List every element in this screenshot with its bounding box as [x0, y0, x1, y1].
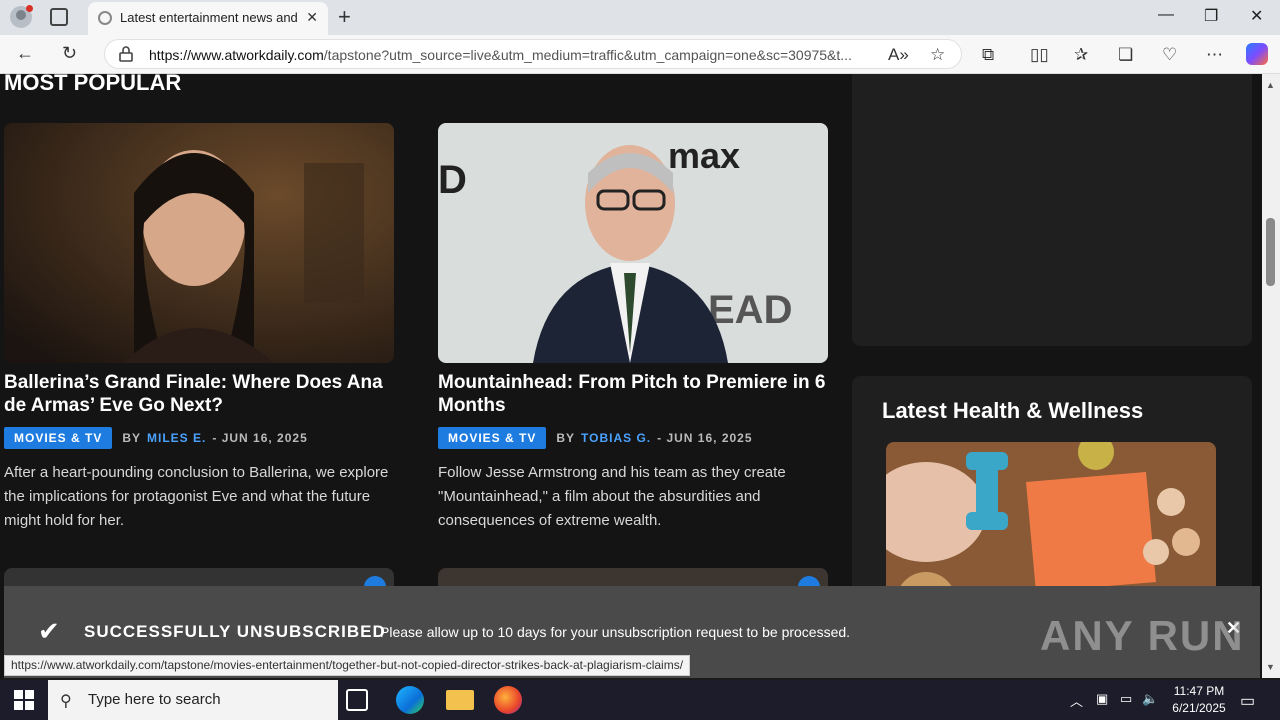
article-image[interactable]: max D EAD: [438, 123, 828, 363]
author-link[interactable]: MILES E.: [147, 431, 206, 445]
watermark-logo: ANY RUN: [1040, 612, 1245, 659]
split-screen-icon[interactable]: ▯▯: [1030, 45, 1049, 65]
url-field[interactable]: https://www.atworkdaily.com/tapstone?utm…: [104, 39, 962, 69]
browser-tab-active[interactable]: Latest entertainment news and re ✕: [88, 2, 328, 35]
profile-avatar-icon[interactable]: [10, 5, 33, 28]
refresh-icon[interactable]: ↻: [62, 43, 77, 64]
backdrop-poster-graphic: EAD: [708, 288, 792, 332]
tray-meet-icon[interactable]: ▣: [1096, 691, 1108, 707]
search-placeholder: Type here to search: [88, 691, 221, 708]
extensions-icon[interactable]: ⧉: [982, 45, 994, 65]
scrollbar-thumb[interactable]: [1266, 218, 1275, 286]
byline-prefix: BY: [122, 431, 142, 445]
lock-icon[interactable]: [119, 46, 133, 62]
article-meta: MOVIES & TV BY MILES E. - JUN 16, 2025: [4, 427, 394, 449]
notification-center-icon[interactable]: ▭: [1240, 691, 1255, 711]
tab-title: Latest entertainment news and re: [120, 10, 300, 25]
scroll-down-icon[interactable]: ▼: [1266, 662, 1275, 672]
article-title[interactable]: Ballerina’s Grand Finale: Where Does Ana…: [4, 371, 394, 417]
tab-actions-icon[interactable]: [50, 8, 68, 26]
file-explorer-icon[interactable]: [446, 690, 474, 710]
read-aloud-icon[interactable]: A»: [888, 45, 909, 65]
collections-icon[interactable]: ❏: [1118, 45, 1133, 65]
status-bar-url: https://www.atworkdaily.com/tapstone/mov…: [4, 655, 691, 676]
edge-browser-icon[interactable]: [396, 686, 424, 714]
article-card[interactable]: max D EAD Mountainhead: From Pitch to Pr…: [438, 123, 828, 533]
scroll-up-icon[interactable]: ▲: [1266, 80, 1275, 90]
category-badge[interactable]: MOVIES & TV: [438, 427, 547, 449]
firefox-icon[interactable]: [494, 686, 522, 714]
address-bar-row: ← ↻ https://www.atworkdaily.com/tapstone…: [0, 35, 1280, 74]
article-meta: MOVIES & TV BY TOBIAS G. - JUN 16, 2025: [438, 427, 828, 449]
search-icon: ⚲: [60, 693, 72, 710]
article-title[interactable]: Mountainhead: From Pitch to Premiere in …: [438, 371, 828, 417]
article-card[interactable]: Ballerina’s Grand Finale: Where Does Ana…: [4, 123, 394, 533]
article-date: - JUN 16, 2025: [212, 431, 308, 445]
author-link[interactable]: TOBIAS G.: [581, 431, 651, 445]
window-close-icon[interactable]: ✕: [1250, 6, 1263, 26]
volume-icon[interactable]: 🔈: [1142, 691, 1158, 707]
task-view-icon[interactable]: [346, 689, 368, 711]
sidebar-title: Latest Health & Wellness: [882, 398, 1144, 423]
article-excerpt: Follow Jesse Armstrong and his team as t…: [438, 464, 786, 529]
tab-favicon-icon: [98, 11, 112, 25]
minimize-icon[interactable]: —: [1158, 6, 1174, 24]
network-icon[interactable]: ▭: [1120, 691, 1132, 707]
backdrop-letter-graphic: D: [438, 158, 467, 202]
notice-heading: SUCCESSFULLY UNSUBSCRIBED: [84, 622, 386, 641]
checkmark-icon: ✔: [38, 616, 60, 646]
favorite-star-icon[interactable]: ☆: [930, 45, 945, 65]
article-date: - JUN 16, 2025: [657, 431, 753, 445]
browser-essentials-icon[interactable]: ♡: [1162, 45, 1177, 65]
url-text: https://www.atworkdaily.com/tapstone?utm…: [149, 47, 929, 63]
restore-icon[interactable]: ❐: [1204, 6, 1218, 26]
tab-bar: Latest entertainment news and re ✕ + — ❐…: [0, 0, 1280, 35]
copilot-icon[interactable]: [1246, 43, 1268, 65]
windows-taskbar: ⚲ Type here to search ︿ ▣ ▭ 🔈 11:47 PM 6…: [0, 680, 1280, 720]
start-menu-icon[interactable]: [14, 690, 34, 710]
backdrop-logo-graphic: max: [668, 135, 740, 176]
clock-date: 6/21/2025: [1172, 701, 1226, 715]
new-tab-icon[interactable]: +: [338, 4, 351, 30]
url-domain: https://www.atworkdaily.com: [149, 47, 324, 63]
article-excerpt: After a heart-pounding conclusion to Bal…: [4, 464, 389, 529]
sidebar-ad-slot: [852, 74, 1252, 346]
url-path: /tapstone?utm_source=live&utm_medium=tra…: [323, 47, 852, 63]
page-scrollbar[interactable]: ▲ ▼: [1262, 74, 1280, 678]
section-title: MOST POPULAR: [4, 74, 182, 95]
back-icon[interactable]: ←: [16, 43, 34, 64]
notice-message: Please allow up to 10 days for your unsu…: [380, 624, 851, 640]
taskbar-search-box[interactable]: ⚲ Type here to search: [48, 680, 338, 720]
system-clock[interactable]: 11:47 PM 6/21/2025: [1164, 683, 1234, 717]
article-image[interactable]: [4, 123, 394, 363]
category-badge[interactable]: MOVIES & TV: [4, 427, 113, 449]
settings-more-icon[interactable]: ⋯: [1206, 45, 1223, 65]
favorites-icon[interactable]: ✰: [1074, 45, 1088, 65]
tab-close-icon[interactable]: ✕: [306, 9, 318, 26]
tray-chevron-icon[interactable]: ︿: [1070, 691, 1083, 710]
clock-time: 11:47 PM: [1173, 684, 1225, 698]
byline-prefix: BY: [556, 431, 576, 445]
